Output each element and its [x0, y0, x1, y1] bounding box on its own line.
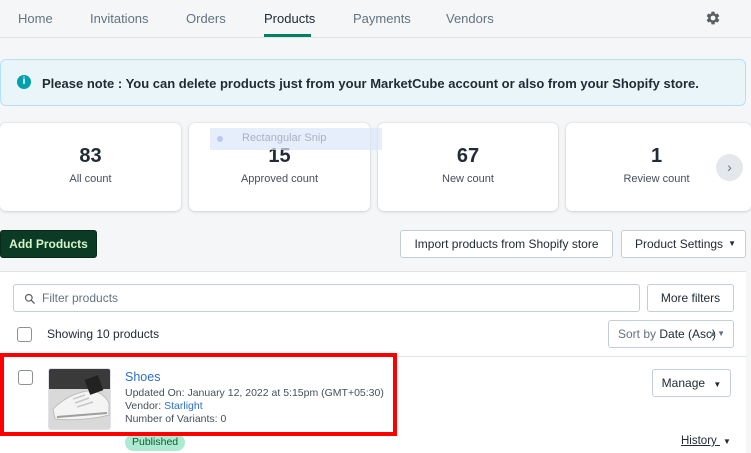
info-banner: i Please note : You can delete products …: [0, 59, 746, 106]
search-icon: [24, 293, 35, 304]
search-field[interactable]: [13, 284, 640, 312]
snip-tool-overlay: Rectangular Snip: [210, 128, 382, 150]
vendor-link[interactable]: Starlight: [164, 400, 203, 412]
banner-text: Please note : You can delete products ju…: [42, 76, 699, 91]
stat-card-new[interactable]: 67 New count: [378, 123, 558, 211]
stat-value: 67: [456, 145, 480, 167]
tab-invitations[interactable]: Invitations: [90, 11, 149, 26]
stat-label: All count: [69, 173, 112, 185]
sort-value: Date (Asc): [659, 327, 717, 341]
tab-orders[interactable]: Orders: [186, 11, 226, 26]
product-vendor: Vendor: Starlight: [125, 400, 203, 412]
caret-down-icon: ▼: [713, 380, 722, 389]
active-tab-indicator: [264, 34, 311, 37]
info-icon: i: [17, 75, 31, 89]
status-badge: Published: [125, 434, 186, 451]
row-divider: [0, 356, 746, 357]
select-all-checkbox[interactable]: [17, 327, 32, 342]
sort-label: Sort by: [618, 327, 657, 341]
product-settings-label: Product Settings: [635, 237, 724, 251]
stat-value: 83: [79, 145, 102, 167]
product-settings-button[interactable]: Product Settings ▼: [621, 230, 746, 258]
tab-vendors[interactable]: Vendors: [446, 11, 494, 26]
history-link[interactable]: History ▼: [681, 435, 731, 447]
top-navigation: Home Invitations Orders Products Payment…: [0, 0, 751, 38]
snip-overlay-label: Rectangular Snip: [242, 132, 327, 144]
snip-dot: [217, 136, 223, 142]
add-products-button[interactable]: Add Products: [0, 230, 97, 258]
filter-products-input[interactable]: [42, 288, 622, 308]
more-filters-button[interactable]: More filters: [647, 284, 734, 312]
history-label: History: [681, 435, 717, 447]
tab-home[interactable]: Home: [18, 11, 53, 26]
gear-icon[interactable]: [705, 10, 721, 26]
product-row-checkbox[interactable]: [18, 370, 33, 385]
sort-arrows-icon: ▲▼: [709, 329, 725, 338]
stat-label: Approved count: [240, 173, 319, 185]
import-shopify-button[interactable]: Import products from Shopify store: [400, 230, 613, 258]
vendor-label: Vendor:: [125, 400, 165, 412]
chevron-right-icon: ›: [727, 159, 732, 175]
manage-button[interactable]: Manage ▼: [652, 369, 731, 397]
stat-card-all[interactable]: 83 All count: [0, 123, 181, 211]
product-updated-on: Updated On: January 12, 2022 at 5:15pm (…: [125, 387, 384, 399]
next-arrow-button[interactable]: ›: [716, 154, 743, 181]
sort-select[interactable]: Sort by Date (Asc) ▲▼: [608, 320, 734, 348]
stat-label: New count: [442, 173, 494, 185]
shoe-image-icon: [49, 369, 110, 429]
caret-down-icon: ▼: [722, 437, 731, 446]
tab-payments[interactable]: Payments: [353, 11, 411, 26]
product-variants: Number of Variants: 0: [125, 413, 227, 425]
product-thumbnail[interactable]: [48, 368, 111, 430]
tab-products[interactable]: Products: [264, 11, 315, 26]
showing-count-text: Showing 10 products: [47, 327, 160, 341]
caret-down-icon: ▼: [728, 239, 736, 248]
product-name-link[interactable]: Shoes: [125, 370, 160, 384]
manage-label: Manage: [661, 376, 706, 390]
